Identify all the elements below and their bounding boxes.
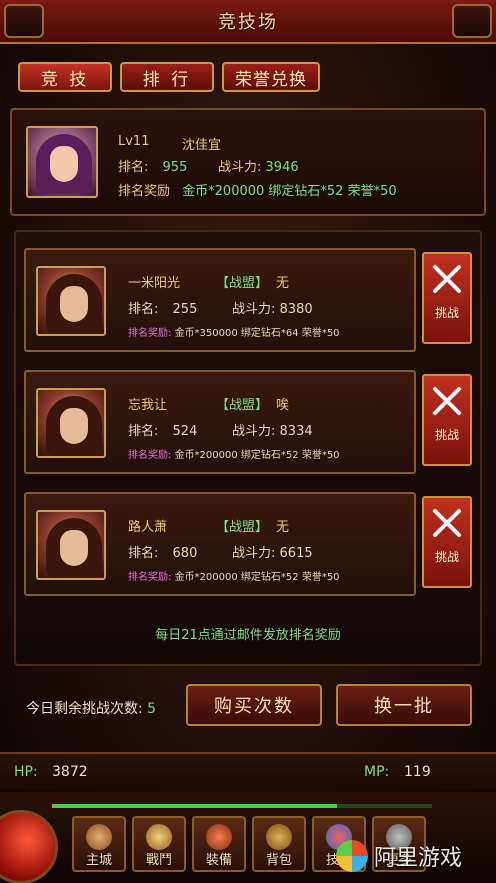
opponent-card: 剑 一米阳光 【战盟】 无 排名: 255 战斗力: 8380 排名奖励: 金币…	[24, 248, 416, 352]
reward-label: 排名奖励:	[128, 328, 172, 339]
self-power-row: 战斗力: 3946	[218, 156, 299, 175]
power-label: 战斗力:	[232, 424, 276, 439]
remaining-count: 5	[147, 701, 157, 717]
union-name: 无	[276, 276, 290, 291]
opponent-power: 战斗力: 6615	[232, 542, 313, 561]
power-value: 6615	[279, 546, 313, 561]
rank-value: 680	[172, 546, 198, 561]
battle-icon	[146, 824, 172, 850]
opponent-power: 战斗力: 8334	[232, 420, 313, 439]
rank-value: 524	[172, 424, 198, 439]
self-reward-label: 排名奖励	[118, 184, 171, 199]
rank-label: 排名:	[128, 424, 159, 439]
tab-honor-exchange[interactable]: 荣誉兑换	[222, 62, 320, 92]
self-rank-value: 955	[162, 160, 188, 175]
union-name: 无	[276, 520, 290, 535]
union-label: 【战盟】	[216, 398, 269, 413]
opponent-name: 路人萧	[128, 520, 168, 535]
nav-battle[interactable]: 戰鬥	[132, 816, 186, 872]
mp-label: MP:	[364, 764, 390, 780]
crossed-swords-icon	[430, 262, 464, 296]
remaining-label: 今日剩余挑战次数:	[26, 701, 143, 717]
opponent-rank: 排名: 524	[128, 420, 197, 439]
watermark-text: 阿里游戏	[374, 846, 463, 871]
opponent-reward: 排名奖励: 金币*350000 绑定钻石*64 荣誉*50	[128, 324, 340, 339]
power-value: 8334	[279, 424, 313, 439]
union-label: 【战盟】	[216, 276, 269, 291]
challenge-button[interactable]: 挑战	[422, 496, 472, 588]
challenge-label: 挑战	[434, 550, 459, 564]
self-name: 沈佳宜	[182, 138, 222, 153]
remaining-challenges: 今日剩余挑战次数: 5	[26, 698, 156, 718]
opponent-power: 战斗力: 8380	[232, 298, 313, 317]
challenge-label: 挑战	[434, 306, 459, 320]
crossed-swords-icon	[430, 384, 464, 418]
reward-value: 金币*350000 绑定钻石*64 荣誉*50	[174, 328, 340, 339]
challenge-label: 挑战	[434, 428, 459, 442]
opponent-avatar[interactable]: 剑	[36, 510, 106, 580]
mp-value: 119	[404, 764, 431, 780]
union-label: 【战盟】	[216, 520, 269, 535]
equipment-icon	[206, 824, 232, 850]
tab-ranking[interactable]: 排 行	[120, 62, 214, 92]
tab-bar: 竞 技 排 行 荣誉兑换	[18, 62, 320, 92]
title-bar: 竞技场	[0, 0, 496, 44]
self-rank-label: 排名:	[118, 160, 149, 175]
nav-main-city[interactable]: 主城	[72, 816, 126, 872]
self-reward-row: 排名奖励 金币*200000 绑定钻石*52 荣誉*50	[118, 180, 397, 199]
power-label: 战斗力:	[232, 302, 276, 317]
nav-equipment[interactable]: 裝備	[192, 816, 246, 872]
opponent-name: 忘我让	[128, 398, 168, 413]
status-bar: HP: 3872 MP: 119	[0, 752, 496, 790]
opponent-avatar[interactable]: 剑	[36, 266, 106, 336]
reward-notice: 每日21点通过邮件发放排名奖励	[155, 628, 341, 643]
opponent-reward: 排名奖励: 金币*200000 绑定钻石*52 荣誉*50	[128, 446, 340, 461]
rank-label: 排名:	[128, 302, 159, 317]
tab-arena[interactable]: 竞 技	[18, 62, 112, 92]
hp-label: HP:	[14, 764, 38, 780]
reward-label: 排名奖励:	[128, 450, 172, 461]
self-reward-value: 金币*200000 绑定钻石*52 荣誉*50	[182, 184, 397, 199]
page-title: 竞技场	[218, 12, 278, 33]
self-power-label: 战斗力:	[218, 160, 262, 175]
challenge-button[interactable]: 挑战	[422, 252, 472, 344]
opponent-card: 剑 忘我让 【战盟】 唉 排名: 524 战斗力: 8334 排名奖励: 金币*…	[24, 370, 416, 474]
opponent-rank: 排名: 680	[128, 542, 197, 561]
union-name: 唉	[276, 398, 290, 413]
self-info-panel: Lv11 沈佳宜 排名: 955 战斗力: 3946 排名奖励 金币*20000…	[10, 108, 486, 216]
self-power-value: 3946	[265, 160, 299, 175]
opponent-card: 剑 路人萧 【战盟】 无 排名: 680 战斗力: 6615 排名奖励: 金币*…	[24, 492, 416, 596]
refresh-opponents-button[interactable]: 换一批	[336, 684, 472, 726]
experience-bar	[52, 804, 432, 808]
power-label: 战斗力:	[232, 546, 276, 561]
reward-label: 排名奖励:	[128, 572, 172, 583]
opponent-rank: 排名: 255	[128, 298, 197, 317]
city-icon	[86, 824, 112, 850]
buy-attempts-button[interactable]: 购买次数	[186, 684, 322, 726]
title-ornament-right	[452, 4, 492, 38]
opponent-list: 剑 一米阳光 【战盟】 无 排名: 255 战斗力: 8380 排名奖励: 金币…	[14, 230, 482, 666]
aligame-logo-icon	[336, 840, 368, 872]
self-level: Lv11	[118, 134, 150, 149]
opponent-name: 一米阳光	[128, 276, 181, 291]
title-ornament-left	[4, 4, 44, 38]
game-screen: 竞技场 竞 技 排 行 荣誉兑换 Lv11 沈佳宜 排名: 955 战斗力: 3…	[0, 0, 496, 883]
nav-bag[interactable]: 背包	[252, 816, 306, 872]
power-value: 8380	[279, 302, 313, 317]
opponent-reward: 排名奖励: 金币*200000 绑定钻石*52 荣誉*50	[128, 568, 340, 583]
challenge-button[interactable]: 挑战	[422, 374, 472, 466]
watermark: 阿里游戏	[336, 832, 496, 880]
rank-value: 255	[172, 302, 198, 317]
self-avatar	[26, 126, 98, 198]
opponent-avatar[interactable]: 剑	[36, 388, 106, 458]
rank-label: 排名:	[128, 546, 159, 561]
reward-value: 金币*200000 绑定钻石*52 荣誉*50	[174, 450, 340, 461]
hp-value: 3872	[52, 764, 88, 780]
self-rank-row: 排名: 955	[118, 156, 187, 175]
hp-orb-icon	[0, 810, 58, 883]
bag-icon	[266, 824, 292, 850]
reward-value: 金币*200000 绑定钻石*52 荣誉*50	[174, 572, 340, 583]
crossed-swords-icon	[430, 506, 464, 540]
